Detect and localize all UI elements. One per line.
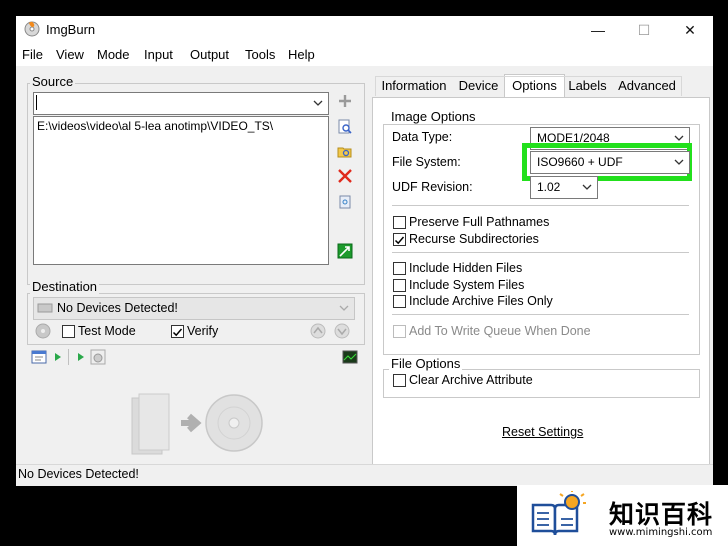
- chevron-down-icon: [339, 305, 349, 311]
- window-title: ImgBurn: [46, 22, 96, 37]
- file-system-label: File System:: [392, 155, 461, 169]
- tab-options[interactable]: Options: [504, 74, 565, 99]
- play-icon[interactable]: [50, 349, 66, 365]
- menu-bar: File View Mode Input Output Tools Help: [16, 44, 713, 66]
- disc-icon: [35, 323, 51, 339]
- drive-icon: [37, 303, 53, 313]
- add-to-write-queue-label: Add To Write Queue When Done: [409, 324, 591, 338]
- chevron-down-icon: [674, 159, 684, 165]
- watermark: 知识百科 www.mimingshi.com: [517, 485, 728, 546]
- chevron-down-icon: [313, 100, 323, 106]
- verify-checkbox[interactable]: [171, 325, 184, 338]
- log-window-icon[interactable]: [31, 349, 47, 365]
- browse-folder-icon[interactable]: [337, 144, 353, 160]
- reset-settings-link[interactable]: Reset Settings: [502, 425, 583, 439]
- file-options-label: File Options: [389, 356, 463, 371]
- include-hidden-files-label: Include Hidden Files: [409, 261, 523, 275]
- speed-down-icon[interactable]: [334, 323, 350, 339]
- imgburn-app-icon: [24, 21, 40, 37]
- source-label: Source: [30, 74, 76, 89]
- speed-up-icon[interactable]: [310, 323, 326, 339]
- include-system-files-checkbox[interactable]: [393, 279, 406, 292]
- play-queue-icon[interactable]: [73, 349, 89, 365]
- menu-tools[interactable]: Tools: [245, 47, 275, 62]
- status-bar: No Devices Detected!: [16, 464, 713, 486]
- destination-label: Destination: [30, 279, 100, 294]
- menu-input[interactable]: Input: [144, 47, 173, 62]
- destination-device-combo[interactable]: No Devices Detected!: [33, 297, 355, 320]
- file-system-combo[interactable]: ISO9660 + UDF: [530, 151, 690, 174]
- source-file-list[interactable]: E:\videos\video\al 5-lea anotimp\VIDEO_T…: [33, 116, 329, 265]
- divider: [392, 252, 689, 253]
- recycle-bin-icon[interactable]: [337, 193, 353, 209]
- menu-output[interactable]: Output: [190, 47, 229, 62]
- preserve-pathnames-checkbox[interactable]: [393, 216, 406, 229]
- include-system-files-label: Include System Files: [409, 278, 525, 292]
- watermark-brand: 知识百科: [609, 500, 714, 529]
- menu-view[interactable]: View: [56, 47, 84, 62]
- maximize-button[interactable]: ☐: [621, 16, 667, 44]
- browse-file-icon[interactable]: [337, 119, 353, 135]
- udf-revision-combo[interactable]: 1.02: [530, 176, 598, 199]
- tab-advanced[interactable]: Advanced: [612, 76, 682, 96]
- test-mode-label: Test Mode: [78, 324, 136, 338]
- toolbar-separator: [68, 349, 69, 365]
- text-cursor: [36, 95, 37, 110]
- tab-device[interactable]: Device: [453, 76, 504, 96]
- tab-information[interactable]: Information: [375, 76, 453, 96]
- recurse-subdirectories-checkbox[interactable]: [393, 233, 406, 246]
- chevron-down-icon: [582, 184, 592, 190]
- menu-help[interactable]: Help: [288, 47, 315, 62]
- imgburn-window: ImgBurn — ☐ ✕ File View Mode Input Outpu…: [16, 16, 713, 486]
- title-bar: ImgBurn — ☐ ✕: [16, 16, 713, 44]
- calculate-icon[interactable]: [337, 243, 353, 259]
- build-illustration: [131, 393, 263, 455]
- test-mode-checkbox[interactable]: [62, 325, 75, 338]
- status-text: No Devices Detected!: [18, 467, 139, 481]
- source-combo[interactable]: [33, 92, 329, 115]
- remove-icon[interactable]: [337, 168, 353, 184]
- checkmark-icon: [394, 236, 405, 245]
- add-icon[interactable]: [337, 93, 353, 109]
- preserve-pathnames-label: Preserve Full Pathnames: [409, 215, 550, 229]
- include-hidden-files-checkbox[interactable]: [393, 262, 406, 275]
- tab-labels[interactable]: Labels: [563, 76, 612, 96]
- checkmark-icon: [172, 328, 183, 337]
- menu-file[interactable]: File: [22, 47, 43, 62]
- image-options-label: Image Options: [389, 109, 478, 124]
- close-button[interactable]: ✕: [667, 16, 713, 44]
- folder-graphic: [131, 393, 170, 455]
- data-type-label: Data Type:: [392, 130, 453, 144]
- udf-revision-label: UDF Revision:: [392, 180, 473, 194]
- recurse-subdirectories-label: Recurse Subdirectories: [409, 232, 539, 246]
- divider: [392, 205, 689, 206]
- disc-info-icon[interactable]: [90, 349, 106, 365]
- graph-icon[interactable]: [342, 349, 358, 365]
- clear-archive-checkbox[interactable]: [393, 374, 406, 387]
- verify-label: Verify: [187, 324, 219, 338]
- add-to-write-queue-checkbox[interactable]: [393, 325, 406, 338]
- menu-mode[interactable]: Mode: [97, 47, 130, 62]
- include-archive-files-label: Include Archive Files Only: [409, 294, 553, 308]
- list-item[interactable]: E:\videos\video\al 5-lea anotimp\VIDEO_T…: [37, 119, 273, 133]
- clear-archive-label: Clear Archive Attribute: [409, 373, 533, 387]
- book-lightbulb-logo: [531, 491, 586, 536]
- include-archive-files-checkbox[interactable]: [393, 295, 406, 308]
- divider: [392, 314, 689, 315]
- disc-graphic: [205, 394, 263, 452]
- minimize-button[interactable]: —: [575, 16, 621, 44]
- watermark-url: www.mimingshi.com: [609, 527, 713, 538]
